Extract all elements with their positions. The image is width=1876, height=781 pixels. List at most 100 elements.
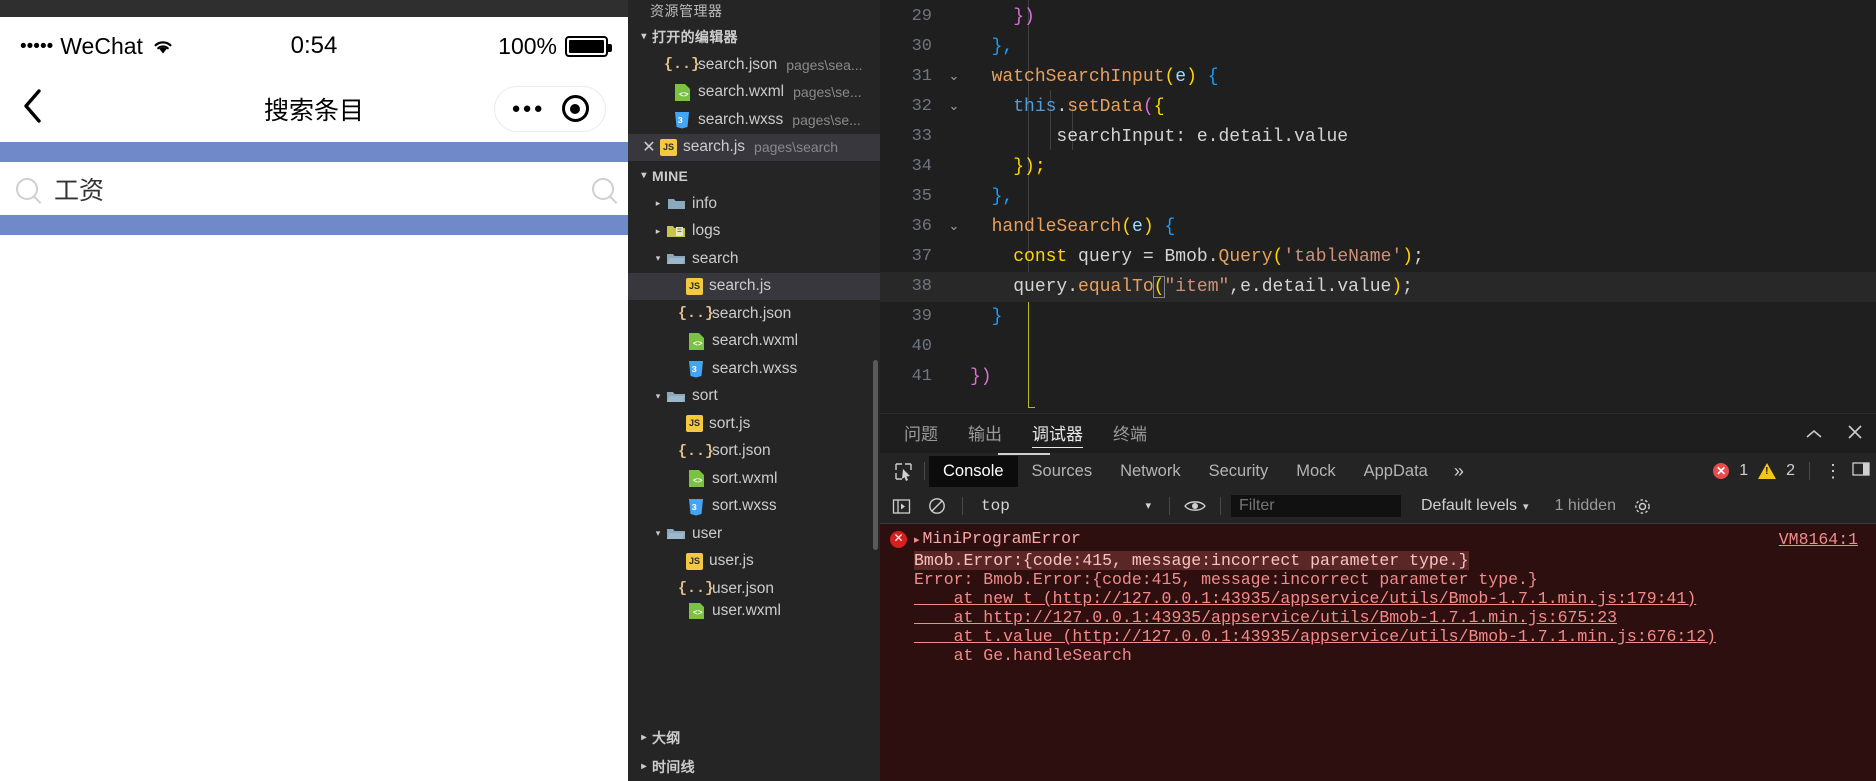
chevron-up-icon[interactable] [1804,424,1824,447]
console-context-select[interactable]: top ▾ [973,495,1159,517]
tree-file-user-wxml[interactable]: <> user.wxml [628,602,880,619]
devtools-tab-appdata[interactable]: AppData [1350,456,1442,487]
chevron-right-icon[interactable]: ▸ [636,761,652,772]
console-sidebar-icon[interactable] [886,498,916,515]
clear-console-icon[interactable] [922,497,952,515]
code-line[interactable]: 37 const query = Bmob.Query('tableName')… [880,242,1876,272]
tab-debugger[interactable]: 调试器 [1032,420,1083,448]
tree-file-search-json[interactable]: {..} search.json [628,300,880,328]
console-levels-select[interactable]: Default levels ▾ [1421,497,1529,515]
inspect-cursor-icon[interactable] [886,462,920,481]
devtools-status: ✕ 1 2 ⋮ [1713,461,1876,482]
open-editor-item-active[interactable]: ✕ JS search.js pages\search [628,133,880,161]
console-line[interactable]: ▸ MiniProgramError [880,529,1876,551]
search-bar[interactable]: 工资 [0,162,628,215]
close-icon[interactable] [1846,423,1864,447]
error-source-link[interactable]: VM8164:1 [1779,530,1858,549]
console-error-entry[interactable]: ✕ VM8164:1 ▸ MiniProgramError Bmob.Error:… [880,524,1876,665]
tab-problems[interactable]: 问题 [904,420,938,447]
wxml-file-icon: <> [686,602,706,619]
tree-folder-search[interactable]: ▾ search [628,245,880,273]
devtools-tab-console[interactable]: Console [929,455,1018,487]
section-open-editors[interactable]: ▾ 打开的编辑器 [628,22,880,51]
chevron-down-icon[interactable]: ▾ [636,170,652,181]
fold-toggle[interactable]: ⌄ [938,62,970,92]
target-icon[interactable] [561,95,589,122]
code-line[interactable]: 41 }) [880,362,1876,392]
code-editor[interactable]: 29 }) 30 }, 31 ⌄ watchSearchInput(e) { 3… [880,0,1876,413]
code-line[interactable]: 32 ⌄ this.setData({ [880,92,1876,122]
chevron-down-icon[interactable]: ▾ [650,253,666,264]
wechat-capsule[interactable]: ●●● [494,85,606,132]
section-outline[interactable]: ▸ 大纲 [628,723,880,752]
tree-file-sort-js[interactable]: JS sort.js [628,410,880,438]
eye-icon[interactable] [1180,499,1210,513]
open-editor-item[interactable]: {..} search.json pages\sea... [628,51,880,79]
tree-file-sort-wxml[interactable]: <> sort.wxml [628,465,880,493]
chevron-right-icon[interactable]: ▸ [650,226,666,237]
code-line[interactable]: 36 ⌄ handleSearch(e) { [880,212,1876,242]
tree-folder-logs[interactable]: ▸ logs [628,218,880,246]
tree-folder-sort[interactable]: ▾ sort [628,383,880,411]
devtools-tab-network[interactable]: Network [1106,456,1195,487]
tree-file-sort-wxss[interactable]: 3 sort.wxss [628,493,880,521]
chevron-right-icon[interactable]: ▸ [650,198,666,209]
code-line-active[interactable]: 38 query.equalTo("item",e.detail.value); [880,272,1876,302]
more-vertical-icon[interactable]: ⋮ [1824,462,1842,480]
project-file-tree: ▸ info ▸ logs ▾ search JS search.js {..}… [628,190,880,619]
code-line[interactable]: 33 searchInput: e.detail.value [880,122,1876,152]
code-line[interactable]: 29 }) [880,2,1876,32]
more-dots-icon[interactable]: ●●● [511,101,544,116]
line-number: 36 [911,217,932,236]
back-button[interactable] [22,88,62,130]
open-editor-item[interactable]: 3 search.wxss pages\se... [628,106,880,134]
tree-folder-info[interactable]: ▸ info [628,190,880,218]
explorer-scrollbar[interactable] [873,360,878,550]
folder-logs-icon [666,222,686,240]
fold-toggle[interactable]: ⌄ [938,92,970,122]
dock-panel-icon[interactable] [1852,461,1870,482]
chevron-down-icon[interactable]: ▾ [650,528,666,539]
search-input[interactable]: 工资 [54,171,104,207]
chevron-right-icon[interactable]: ▸ [636,732,652,743]
console-line-stack[interactable]: at t.value (http://127.0.0.1:43935/appse… [880,627,1876,646]
file-name: search.wxml [712,332,799,350]
chevron-down-icon[interactable]: ▾ [636,31,652,42]
console-output[interactable]: ✕ VM8164:1 ▸ MiniProgramError Bmob.Error:… [880,524,1876,781]
console-line-stack[interactable]: at http://127.0.0.1:43935/appservice/uti… [880,608,1876,627]
tree-file-search-wxss[interactable]: 3 search.wxss [628,355,880,383]
devtools-tab-security[interactable]: Security [1195,456,1283,487]
code-lines[interactable]: 29 }) 30 }, 31 ⌄ watchSearchInput(e) { 3… [880,0,1876,408]
chevron-down-icon[interactable]: ▾ [650,391,666,402]
fold-toggle[interactable]: ⌄ [938,212,970,242]
tab-output[interactable]: 输出 [968,420,1002,447]
search-icon-right[interactable] [592,177,614,200]
console-line-stack[interactable]: at new t (http://127.0.0.1:43935/appserv… [880,589,1876,608]
line-number: 34 [911,157,932,176]
tree-file-sort-json[interactable]: {..} sort.json [628,438,880,466]
tree-folder-user[interactable]: ▾ user [628,520,880,548]
tree-file-user-js[interactable]: JS user.js [628,548,880,576]
gear-icon[interactable] [1628,498,1658,515]
section-project-mine[interactable]: ▾ MINE [628,161,880,190]
chevron-double-right-icon[interactable]: » [1442,461,1476,482]
open-editor-item[interactable]: <> search.wxml pages\se... [628,79,880,107]
code-line[interactable]: 39 } [880,302,1876,332]
tree-file-search-wxml[interactable]: <> search.wxml [628,328,880,356]
code-line[interactable]: 30 }, [880,32,1876,62]
code-line[interactable]: 35 }, [880,182,1876,212]
devtools-tab-sources[interactable]: Sources [1018,456,1107,487]
code-line[interactable]: 31 ⌄ watchSearchInput(e) { [880,62,1876,92]
tree-file-user-json[interactable]: {..} user.json [628,575,880,603]
tab-terminal[interactable]: 终端 [1113,420,1147,447]
wxml-file-icon: <> [686,332,706,350]
console-filter-input[interactable] [1231,495,1401,517]
tree-file-search-js[interactable]: JS search.js [628,272,880,300]
code-line[interactable]: 40 [880,332,1876,362]
expand-caret-icon[interactable]: ▸ [914,532,920,551]
code-line[interactable]: 34 }); [880,152,1876,182]
code-token: equalTo [1078,277,1154,297]
devtools-tab-mock[interactable]: Mock [1282,456,1349,487]
close-icon[interactable]: ✕ [638,137,660,157]
section-timeline[interactable]: ▸ 时间线 [628,752,880,781]
